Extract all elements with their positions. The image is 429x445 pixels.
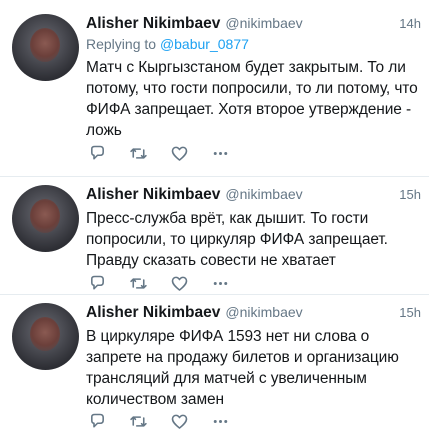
tweet-content: Alisher Nikimbaev @nikimbaev 15h В цирку… (86, 304, 421, 410)
avatar[interactable] (12, 185, 79, 252)
reply-icon (91, 413, 104, 428)
tweet-text: В циркуляре ФИФА 1593 нет ни слова о зап… (86, 328, 399, 408)
retweet-icon (130, 148, 147, 159)
tweet-timestamp[interactable]: 15h (399, 305, 421, 320)
tweet-header: Alisher Nikimbaev @nikimbaev 15h (86, 304, 421, 324)
author-name[interactable]: Alisher Nikimbaev (86, 15, 220, 33)
reply-button[interactable] (86, 272, 109, 295)
tweet-timestamp[interactable]: 15h (399, 187, 421, 202)
more-icon (213, 282, 228, 285)
tweet-actions (86, 272, 232, 295)
tweet-timestamp[interactable]: 14h (399, 16, 421, 31)
author-handle[interactable]: @nikimbaev (225, 186, 302, 202)
reply-icon (91, 275, 104, 290)
author-name[interactable]: Alisher Nikimbaev (86, 304, 220, 322)
tweet-content: Alisher Nikimbaev @nikimbaev 14h Replyin… (86, 15, 421, 141)
like-button[interactable] (168, 410, 191, 433)
tweet-content: Alisher Nikimbaev @nikimbaev 15h Пресс-с… (86, 186, 421, 271)
reply-button[interactable] (86, 410, 109, 433)
tweet-header: Alisher Nikimbaev @nikimbaev 14h (86, 15, 421, 35)
avatar[interactable] (12, 303, 79, 370)
reply-icon (91, 145, 104, 160)
retweet-button[interactable] (127, 272, 150, 295)
tweet-text: Пресс-служба врёт, как дышит. То гости п… (86, 210, 388, 269)
replying-to-label: Replying to (86, 36, 157, 52)
more-icon (213, 420, 228, 423)
retweet-button[interactable] (127, 142, 150, 165)
retweet-icon (130, 416, 147, 427)
tweet-timeline: Alisher Nikimbaev @nikimbaev 14h Replyin… (0, 0, 429, 445)
tweet[interactable]: Alisher Nikimbaev @nikimbaev 15h Пресс-с… (0, 177, 429, 295)
tweet-actions (86, 142, 232, 165)
like-button[interactable] (168, 272, 191, 295)
replying-to: Replying to @babur_0877 (86, 36, 421, 55)
author-handle[interactable]: @nikimbaev (225, 304, 302, 320)
like-icon (171, 146, 188, 161)
author-handle[interactable]: @nikimbaev (225, 15, 302, 31)
like-icon (171, 276, 188, 291)
more-button[interactable] (209, 272, 232, 295)
tweet-text: Матч с Кыргызстаном будет закрытым. То л… (86, 59, 418, 139)
tweet[interactable]: Alisher Nikimbaev @nikimbaev 15h В цирку… (0, 295, 429, 445)
reply-button[interactable] (86, 142, 109, 165)
tweet-header: Alisher Nikimbaev @nikimbaev 15h (86, 186, 421, 206)
replying-to-handle[interactable]: @babur_0877 (160, 36, 249, 52)
avatar[interactable] (12, 14, 79, 81)
retweet-button[interactable] (127, 410, 150, 433)
more-button[interactable] (209, 142, 232, 165)
author-name[interactable]: Alisher Nikimbaev (86, 186, 220, 204)
tweet[interactable]: Alisher Nikimbaev @nikimbaev 14h Replyin… (0, 0, 429, 177)
like-button[interactable] (168, 142, 191, 165)
tweet-actions (86, 410, 232, 433)
more-button[interactable] (209, 410, 232, 433)
like-icon (171, 414, 188, 429)
retweet-icon (130, 278, 147, 289)
more-icon (213, 152, 228, 155)
